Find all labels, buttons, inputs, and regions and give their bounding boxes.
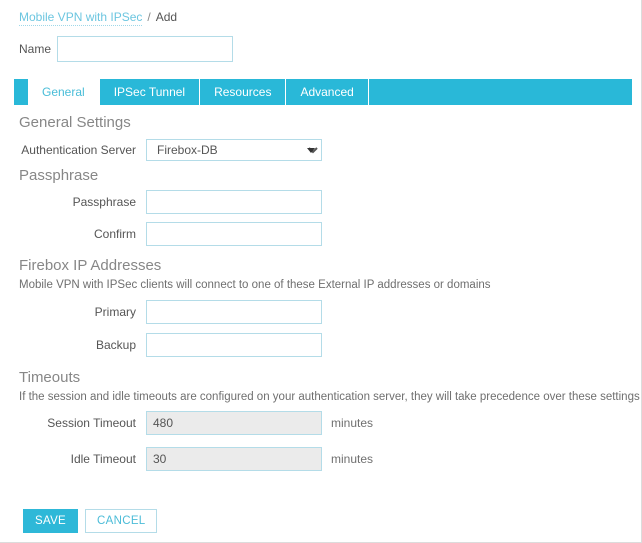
tab-bar: General IPSec Tunnel Resources Advanced: [14, 79, 632, 105]
passphrase-row: Passphrase: [0, 190, 322, 214]
passphrase-input[interactable]: [146, 190, 322, 214]
name-field-row: Name: [19, 36, 233, 62]
tab-resources-label: Resources: [214, 85, 271, 99]
backup-ip-input[interactable]: [146, 333, 322, 357]
tab-general-label: General: [42, 85, 85, 99]
breadcrumb-current-add: Add: [156, 10, 177, 24]
authentication-server-row: Authentication Server Firebox-DB: [0, 139, 322, 161]
save-button[interactable]: SAVE: [23, 509, 78, 533]
authentication-server-select[interactable]: Firebox-DB: [146, 139, 322, 161]
passphrase-label: Passphrase: [0, 195, 146, 209]
mobile-vpn-ipsec-add-page: Mobile VPN with IPSec/Add Name General I…: [0, 0, 642, 543]
tab-advanced[interactable]: Advanced: [285, 79, 367, 105]
firebox-ip-addresses-description: Mobile VPN with IPSec clients will conne…: [19, 279, 491, 291]
primary-ip-label: Primary: [0, 305, 146, 319]
authentication-server-label: Authentication Server: [0, 143, 146, 157]
tab-ipsec-tunnel[interactable]: IPSec Tunnel: [99, 79, 199, 105]
idle-timeout-label: Idle Timeout: [0, 452, 146, 466]
idle-timeout-unit: minutes: [322, 452, 373, 466]
tab-resources[interactable]: Resources: [199, 79, 285, 105]
confirm-passphrase-input[interactable]: [146, 222, 322, 246]
session-timeout-label: Session Timeout: [0, 416, 146, 430]
tab-bar-lead: [14, 79, 28, 105]
tab-bar-filler: [368, 79, 632, 105]
backup-ip-row: Backup: [0, 333, 322, 357]
name-input[interactable]: [57, 36, 233, 62]
backup-ip-label: Backup: [0, 338, 146, 352]
breadcrumb-separator: /: [142, 10, 155, 24]
session-timeout-unit: minutes: [322, 416, 373, 430]
timeouts-heading: Timeouts: [19, 369, 80, 386]
authentication-server-select-wrap: Firebox-DB: [146, 139, 322, 161]
cancel-button[interactable]: CANCEL: [85, 509, 157, 533]
form-action-bar: SAVE CANCEL: [23, 509, 157, 533]
session-timeout-input[interactable]: [146, 411, 322, 435]
primary-ip-row: Primary: [0, 300, 322, 324]
session-timeout-row: Session Timeout minutes: [0, 411, 373, 435]
confirm-passphrase-label: Confirm: [0, 227, 146, 241]
breadcrumb: Mobile VPN with IPSec/Add: [19, 10, 177, 24]
general-settings-heading: General Settings: [19, 114, 131, 131]
idle-timeout-row: Idle Timeout minutes: [0, 447, 373, 471]
idle-timeout-input[interactable]: [146, 447, 322, 471]
name-label: Name: [19, 42, 57, 56]
timeouts-description: If the session and idle timeouts are con…: [19, 391, 640, 403]
confirm-passphrase-row: Confirm: [0, 222, 322, 246]
passphrase-heading: Passphrase: [19, 167, 98, 184]
primary-ip-input[interactable]: [146, 300, 322, 324]
tab-ipsec-tunnel-label: IPSec Tunnel: [114, 85, 185, 99]
breadcrumb-link-mobile-vpn-with-ipsec[interactable]: Mobile VPN with IPSec: [19, 10, 142, 26]
tab-general[interactable]: General: [28, 79, 99, 105]
firebox-ip-addresses-heading: Firebox IP Addresses: [19, 257, 161, 274]
tab-advanced-label: Advanced: [300, 85, 353, 99]
